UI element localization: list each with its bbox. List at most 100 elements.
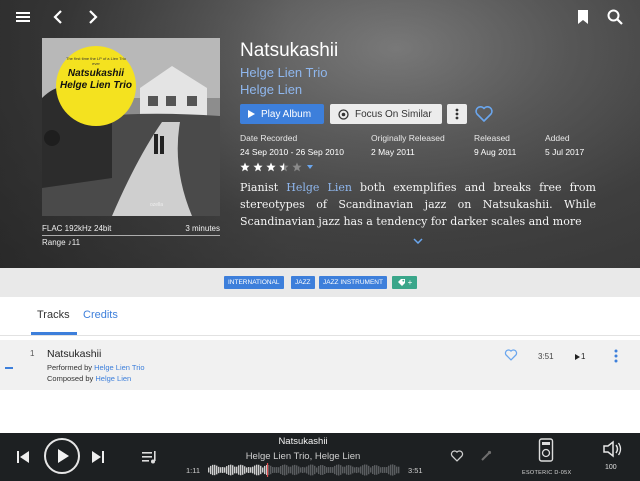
- table-row[interactable]: 1 Natsukashii Performed by Helge Lien Tr…: [0, 340, 640, 390]
- waveform-bar: [226, 466, 228, 474]
- star-icon[interactable]: [266, 162, 276, 172]
- waveform-bar: [384, 467, 386, 473]
- waveform-bar: [318, 465, 320, 475]
- waveform-bar: [284, 464, 286, 476]
- waveform-bar: [362, 465, 364, 475]
- now-playing-artist[interactable]: Helge Lien Trio, Helge Lien: [0, 451, 606, 462]
- play-album-button[interactable]: Play Album: [240, 104, 324, 124]
- album-cover[interactable]: The first time the LP of a Lien Trio eve…: [42, 38, 220, 216]
- waveform-bar: [246, 467, 248, 473]
- waveform-seekbar[interactable]: [208, 463, 400, 477]
- performed-label: Performed by: [47, 363, 95, 372]
- track-favorite-heart-icon[interactable]: [504, 348, 518, 362]
- zone-device-name[interactable]: ESOTERIC D-05X: [522, 470, 571, 476]
- waveform-bar: [348, 465, 350, 475]
- waveform-bar: [396, 466, 398, 474]
- waveform-bar: [392, 464, 394, 476]
- search-icon[interactable]: [606, 8, 624, 26]
- waveform-bar: [238, 465, 240, 475]
- waveform-bar: [278, 467, 280, 473]
- volume-icon[interactable]: [602, 440, 622, 458]
- waveform-bar: [398, 466, 400, 474]
- meta-label: Added: [545, 133, 570, 143]
- star-icon[interactable]: [240, 162, 250, 172]
- waveform-bar: [256, 464, 258, 476]
- artist-link[interactable]: Helge Lien Trio: [240, 65, 327, 80]
- waveform-bar: [308, 465, 310, 475]
- sticker-caption: The first time the LP of a Lien Trio eve…: [66, 56, 126, 66]
- waveform-bar: [288, 466, 290, 474]
- waveform-bar: [316, 467, 318, 473]
- track-title[interactable]: Natsukashii: [47, 348, 101, 360]
- plus-icon: +: [407, 278, 413, 287]
- dynamic-range: Range ♪11: [42, 238, 81, 247]
- waveform-bar: [228, 465, 230, 475]
- waveform-bar: [328, 467, 330, 473]
- add-tag-button[interactable]: +: [392, 276, 417, 289]
- top-bar: [0, 0, 640, 34]
- track-duration: 3:51: [538, 352, 554, 361]
- waveform-bar: [240, 464, 242, 476]
- star-icon[interactable]: [253, 162, 263, 172]
- now-playing-title[interactable]: Natsukashii: [0, 436, 606, 447]
- elapsed-time: 1:11: [186, 466, 201, 475]
- focus-similar-button[interactable]: Focus On Similar: [330, 104, 442, 124]
- bookmark-icon[interactable]: [574, 8, 592, 26]
- tab-tracks[interactable]: Tracks: [37, 309, 70, 321]
- waveform-bar: [312, 464, 314, 476]
- radio-wand-icon[interactable]: [480, 450, 492, 462]
- sticker-title: Natsukashii: [67, 68, 125, 79]
- waveform-bar: [294, 464, 296, 476]
- waveform-bar: [230, 464, 232, 476]
- content-tabs: Tracks Credits: [0, 297, 640, 336]
- artist-link[interactable]: Helge Lien: [240, 82, 302, 97]
- star-rating[interactable]: [240, 162, 313, 172]
- track-list: 1 Natsukashii Performed by Helge Lien Tr…: [0, 336, 640, 433]
- waveform-bar: [276, 467, 278, 473]
- play-album-label: Play Album: [261, 108, 312, 120]
- kebab-icon: [455, 108, 459, 120]
- menu-icon[interactable]: [14, 8, 32, 26]
- volume-level: 100: [605, 464, 617, 471]
- waveform-bar: [314, 465, 316, 475]
- waveform-bar: [212, 464, 214, 476]
- format-row: FLAC 192kHz 24bit 3 minutes: [42, 224, 220, 236]
- star-icon[interactable]: [279, 162, 289, 172]
- tab-credits[interactable]: Credits: [83, 309, 118, 321]
- waveform-bar: [242, 465, 244, 475]
- waveform-bar: [390, 464, 392, 476]
- track-more-kebab-icon[interactable]: [610, 348, 622, 364]
- forward-arrow-icon[interactable]: [84, 8, 102, 26]
- audio-format: FLAC 192kHz 24bit: [42, 224, 112, 233]
- waveform-bar: [272, 466, 274, 474]
- meta-value: 5 Jul 2017: [545, 147, 585, 157]
- composer-link[interactable]: Helge Lien: [95, 374, 131, 383]
- star-icon[interactable]: [292, 162, 302, 172]
- waveform-bar: [252, 466, 254, 474]
- waveform-bar: [310, 464, 312, 476]
- rating-dropdown-icon[interactable]: [307, 165, 313, 169]
- playhead-marker[interactable]: [266, 463, 269, 477]
- performer-link[interactable]: Helge Lien Trio: [94, 363, 144, 372]
- album-duration: 3 minutes: [185, 224, 220, 233]
- waveform-bar: [388, 465, 390, 475]
- waveform-bar: [326, 467, 328, 473]
- now-playing-heart-icon[interactable]: [450, 449, 464, 463]
- cover-label-mark: ozella: [150, 202, 164, 208]
- waveform-bar: [320, 465, 322, 475]
- waveform-bar: [360, 466, 362, 474]
- waveform-bar: [258, 464, 260, 476]
- genre-tag[interactable]: INTERNATIONAL: [224, 276, 284, 289]
- zone-device-icon[interactable]: [538, 437, 554, 467]
- expand-review-chevron-icon[interactable]: [413, 231, 423, 245]
- back-arrow-icon[interactable]: [50, 8, 68, 26]
- review-artist-link[interactable]: Helge Lien: [286, 181, 352, 194]
- waveform-bar: [260, 465, 262, 475]
- genre-tag[interactable]: JAZZ INSTRUMENT: [319, 276, 387, 289]
- favorite-heart-icon[interactable]: [474, 104, 494, 124]
- waveform-bar: [214, 464, 216, 476]
- waveform-bar: [330, 467, 332, 473]
- more-options-button[interactable]: [447, 104, 467, 124]
- play-next-button[interactable]: 1: [575, 352, 585, 361]
- genre-tag[interactable]: JAZZ: [291, 276, 315, 289]
